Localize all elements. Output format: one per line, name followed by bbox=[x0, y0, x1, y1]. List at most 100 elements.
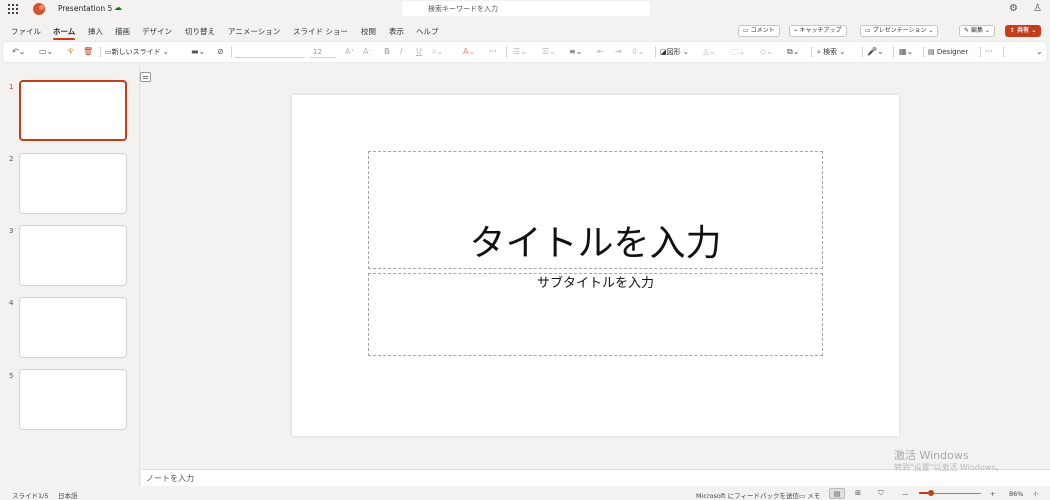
bold-icon[interactable]: B bbox=[384, 47, 390, 57]
title-placeholder[interactable]: タイトルを入力 bbox=[368, 151, 823, 269]
search-placeholder[interactable]: 検索キーワードを入力 bbox=[428, 4, 498, 14]
tab-slideshow[interactable]: スライド ショー bbox=[293, 26, 348, 37]
font-family-select[interactable] bbox=[235, 46, 305, 58]
zoom-slider-thumb[interactable] bbox=[928, 490, 934, 496]
delete-icon[interactable]: 🗑 bbox=[83, 47, 93, 57]
font-color-icon[interactable]: A⌄ bbox=[463, 47, 475, 57]
slide-thumbnail-1[interactable] bbox=[19, 80, 127, 141]
document-title[interactable]: Presentation 5 bbox=[58, 4, 112, 13]
shrink-font-icon[interactable]: A⁻ bbox=[363, 47, 373, 57]
zoom-level[interactable]: 86% bbox=[1009, 490, 1023, 498]
search-box[interactable]: 検索キーワードを入力 bbox=[402, 1, 650, 16]
ribbon-separator bbox=[231, 46, 232, 58]
feedback-link[interactable]: Microsoft にフィードバックを送信 bbox=[696, 490, 799, 500]
account-icon[interactable]: ♙ bbox=[1033, 3, 1042, 14]
tab-design[interactable]: デザイン bbox=[142, 26, 172, 37]
edit-mode-button[interactable]: ✎ 編集 ⌄ bbox=[959, 25, 995, 37]
tab-transitions[interactable]: 切り替え bbox=[185, 26, 215, 37]
zoom-in-icon[interactable]: + bbox=[990, 490, 995, 498]
dictate-icon[interactable]: 🎤⌄ bbox=[867, 47, 884, 57]
tab-file[interactable]: ファイル bbox=[11, 26, 41, 37]
tab-home[interactable]: ホーム bbox=[53, 26, 76, 40]
title-bar: Presentation 5 ☁ 検索キーワードを入力 ⚙ ♙ bbox=[0, 0, 1050, 18]
powerpoint-logo-icon bbox=[33, 3, 45, 15]
normal-view-icon[interactable]: ▤ bbox=[829, 488, 845, 499]
cloud-saved-icon[interactable]: ☁ bbox=[114, 4, 124, 12]
notes-toggle[interactable]: ▭ メモ bbox=[799, 490, 820, 500]
more-font-options-icon[interactable]: ··· bbox=[489, 47, 497, 57]
slide-number: 5 bbox=[9, 372, 14, 380]
add-ins-icon[interactable]: ▦⌄ bbox=[899, 47, 913, 57]
shapes-label: 図形 bbox=[666, 48, 681, 56]
format-painter-icon[interactable]: ♆ bbox=[67, 47, 74, 57]
underline-icon[interactable]: U bbox=[416, 47, 422, 57]
shapes-button[interactable]: ◪図形 ⌄ bbox=[660, 47, 689, 57]
slide-thumbnail-4[interactable] bbox=[19, 297, 127, 358]
hide-slide-icon[interactable]: ⊘ bbox=[217, 47, 224, 57]
ribbon-separator bbox=[100, 46, 101, 58]
tab-insert[interactable]: 挿入 bbox=[88, 26, 103, 37]
undo-icon[interactable]: ↶⌄ bbox=[12, 47, 25, 57]
tab-draw[interactable]: 描画 bbox=[115, 26, 130, 37]
decrease-indent-icon[interactable]: ⇤ bbox=[597, 47, 604, 57]
more-options-icon[interactable]: ··· bbox=[985, 47, 993, 57]
bullets-icon[interactable]: ☰⌄ bbox=[513, 47, 527, 57]
notes-placeholder[interactable]: ノートを入力 bbox=[146, 473, 194, 484]
align-icon[interactable]: ≡⌄ bbox=[569, 47, 582, 57]
italic-icon[interactable]: I bbox=[400, 47, 402, 57]
designer-button[interactable]: ▤ Designer bbox=[928, 47, 968, 57]
tab-review[interactable]: 校閲 bbox=[361, 26, 376, 37]
slide-number: 4 bbox=[9, 299, 14, 307]
slide-canvas[interactable]: タイトルを入力 サブタイトルを入力 bbox=[292, 95, 899, 436]
collapse-panel-icon[interactable] bbox=[140, 72, 151, 82]
zoom-out-icon[interactable]: — bbox=[902, 490, 909, 498]
tab-animations[interactable]: アニメーション bbox=[228, 26, 280, 37]
shape-effects-icon[interactable]: ◇⌄ bbox=[760, 47, 773, 57]
subtitle-placeholder[interactable]: サブタイトルを入力 bbox=[368, 273, 823, 356]
present-label: プレゼンテーション bbox=[872, 27, 927, 34]
expand-ribbon-icon[interactable]: ⌄ bbox=[1036, 47, 1043, 57]
new-slide-icon: ▭ bbox=[105, 48, 112, 56]
shape-fill-icon[interactable]: ◬⌄ bbox=[703, 47, 716, 57]
ribbon-separator bbox=[893, 46, 894, 58]
font-size-select[interactable]: 12 bbox=[310, 46, 336, 58]
language-indicator[interactable]: 日本語 bbox=[58, 490, 78, 500]
app-launcher-icon[interactable] bbox=[8, 4, 18, 14]
fit-to-window-icon[interactable]: ⊹ bbox=[1033, 490, 1038, 498]
comment-button[interactable]: ▭ コメント bbox=[738, 25, 780, 37]
slide-thumbnail-2[interactable] bbox=[19, 153, 127, 214]
arrange-icon[interactable]: ⧉⌄ bbox=[787, 47, 799, 57]
ribbon-separator bbox=[655, 46, 656, 58]
shapes-icon: ◪ bbox=[660, 48, 667, 56]
shape-outline-icon[interactable]: ⬚⌄ bbox=[731, 47, 745, 57]
ribbon-separator bbox=[862, 46, 863, 58]
share-button[interactable]: ⇪ 共有 ⌄ bbox=[1005, 25, 1042, 37]
layout-icon[interactable]: ▬⌄ bbox=[191, 47, 205, 57]
settings-icon[interactable]: ⚙ bbox=[1009, 3, 1018, 14]
pencil-icon: ✎ bbox=[964, 27, 971, 34]
paste-icon[interactable]: ▭⌄ bbox=[39, 47, 53, 57]
grow-font-icon[interactable]: A⁺ bbox=[345, 47, 355, 57]
highlight-icon[interactable]: ⩡⌄ bbox=[432, 47, 443, 57]
notes-icon: ▭ bbox=[799, 492, 808, 500]
new-slide-button[interactable]: ▭新しいスライド ⌄ bbox=[105, 47, 169, 57]
present-icon: ▭ bbox=[865, 27, 873, 34]
ribbon-separator bbox=[923, 46, 924, 58]
numbering-icon[interactable]: ☰⌄ bbox=[542, 47, 556, 57]
ribbon-separator bbox=[811, 46, 812, 58]
increase-indent-icon[interactable]: ⇥ bbox=[615, 47, 622, 57]
tab-help[interactable]: ヘルプ bbox=[416, 26, 439, 37]
title-placeholder-text[interactable]: タイトルを入力 bbox=[369, 222, 822, 266]
reading-view-icon[interactable]: ⛉ bbox=[873, 488, 889, 499]
tab-view[interactable]: 表示 bbox=[389, 26, 404, 37]
slide-sorter-icon[interactable]: ⊞ bbox=[850, 488, 866, 499]
search-label: 検索 bbox=[823, 48, 838, 56]
slide-number: 2 bbox=[9, 155, 14, 163]
search-button[interactable]: ⌕ 検索 ⌄ bbox=[817, 47, 845, 57]
slide-thumbnail-3[interactable] bbox=[19, 225, 127, 286]
subtitle-placeholder-text[interactable]: サブタイトルを入力 bbox=[369, 275, 822, 293]
catchup-button[interactable]: ⌁ キャッチアップ bbox=[789, 25, 847, 37]
text-direction-icon[interactable]: ⇳⌄ bbox=[631, 47, 644, 57]
slide-thumbnail-5[interactable] bbox=[19, 369, 127, 430]
present-button[interactable]: ▭ プレゼンテーション ⌄ bbox=[860, 25, 939, 37]
